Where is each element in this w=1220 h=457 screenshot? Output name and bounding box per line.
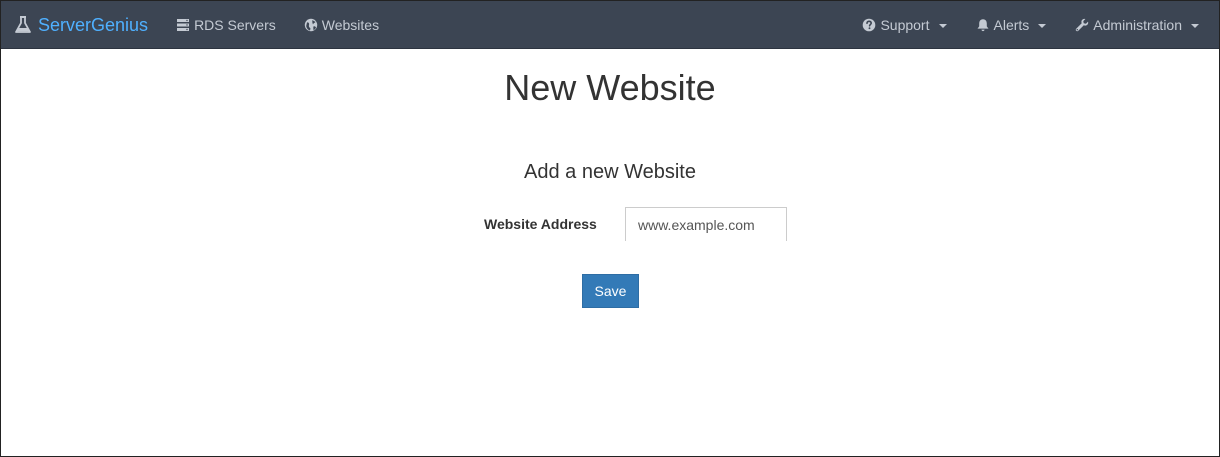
app-window: ServerGenius RDS Servers Websites Suppor… bbox=[0, 0, 1220, 457]
website-address-label: Website Address bbox=[484, 216, 597, 232]
chevron-down-icon bbox=[1038, 24, 1047, 28]
page-title: New Website bbox=[504, 67, 716, 108]
chevron-down-icon bbox=[938, 24, 947, 28]
top-navbar: ServerGenius RDS Servers Websites Suppor… bbox=[1, 1, 1219, 49]
nav-administration-dropdown[interactable]: Administration bbox=[1075, 17, 1199, 33]
nav-rds-servers[interactable]: RDS Servers bbox=[176, 17, 276, 33]
navbar-left: ServerGenius RDS Servers Websites bbox=[13, 1, 407, 49]
nav-websites-label: Websites bbox=[321, 17, 380, 33]
form-title: Add a new Website bbox=[524, 161, 696, 183]
main-content: New Website Add a new Website Website Ad… bbox=[1, 49, 1219, 456]
globe-icon bbox=[304, 18, 318, 32]
brand-link[interactable]: ServerGenius bbox=[13, 15, 148, 36]
question-circle-icon bbox=[862, 18, 876, 32]
website-address-input[interactable] bbox=[625, 207, 787, 241]
bell-icon bbox=[976, 18, 990, 32]
save-button[interactable]: Save bbox=[582, 274, 639, 308]
server-icon bbox=[176, 18, 190, 32]
wrench-icon bbox=[1075, 18, 1089, 32]
nav-alerts-dropdown[interactable]: Alerts bbox=[976, 17, 1047, 33]
nav-support-dropdown[interactable]: Support bbox=[862, 17, 947, 33]
brand-name: ServerGenius bbox=[38, 14, 149, 35]
nav-alerts-label: Alerts bbox=[993, 17, 1030, 33]
nav-support-label: Support bbox=[880, 17, 930, 33]
flask-icon bbox=[13, 15, 33, 35]
navbar-right: Support Alerts Administration bbox=[833, 1, 1199, 49]
nav-rds-servers-label: RDS Servers bbox=[194, 17, 276, 33]
chevron-down-icon bbox=[1191, 24, 1199, 28]
nav-websites[interactable]: Websites bbox=[304, 17, 379, 33]
nav-administration-label: Administration bbox=[1093, 17, 1182, 33]
